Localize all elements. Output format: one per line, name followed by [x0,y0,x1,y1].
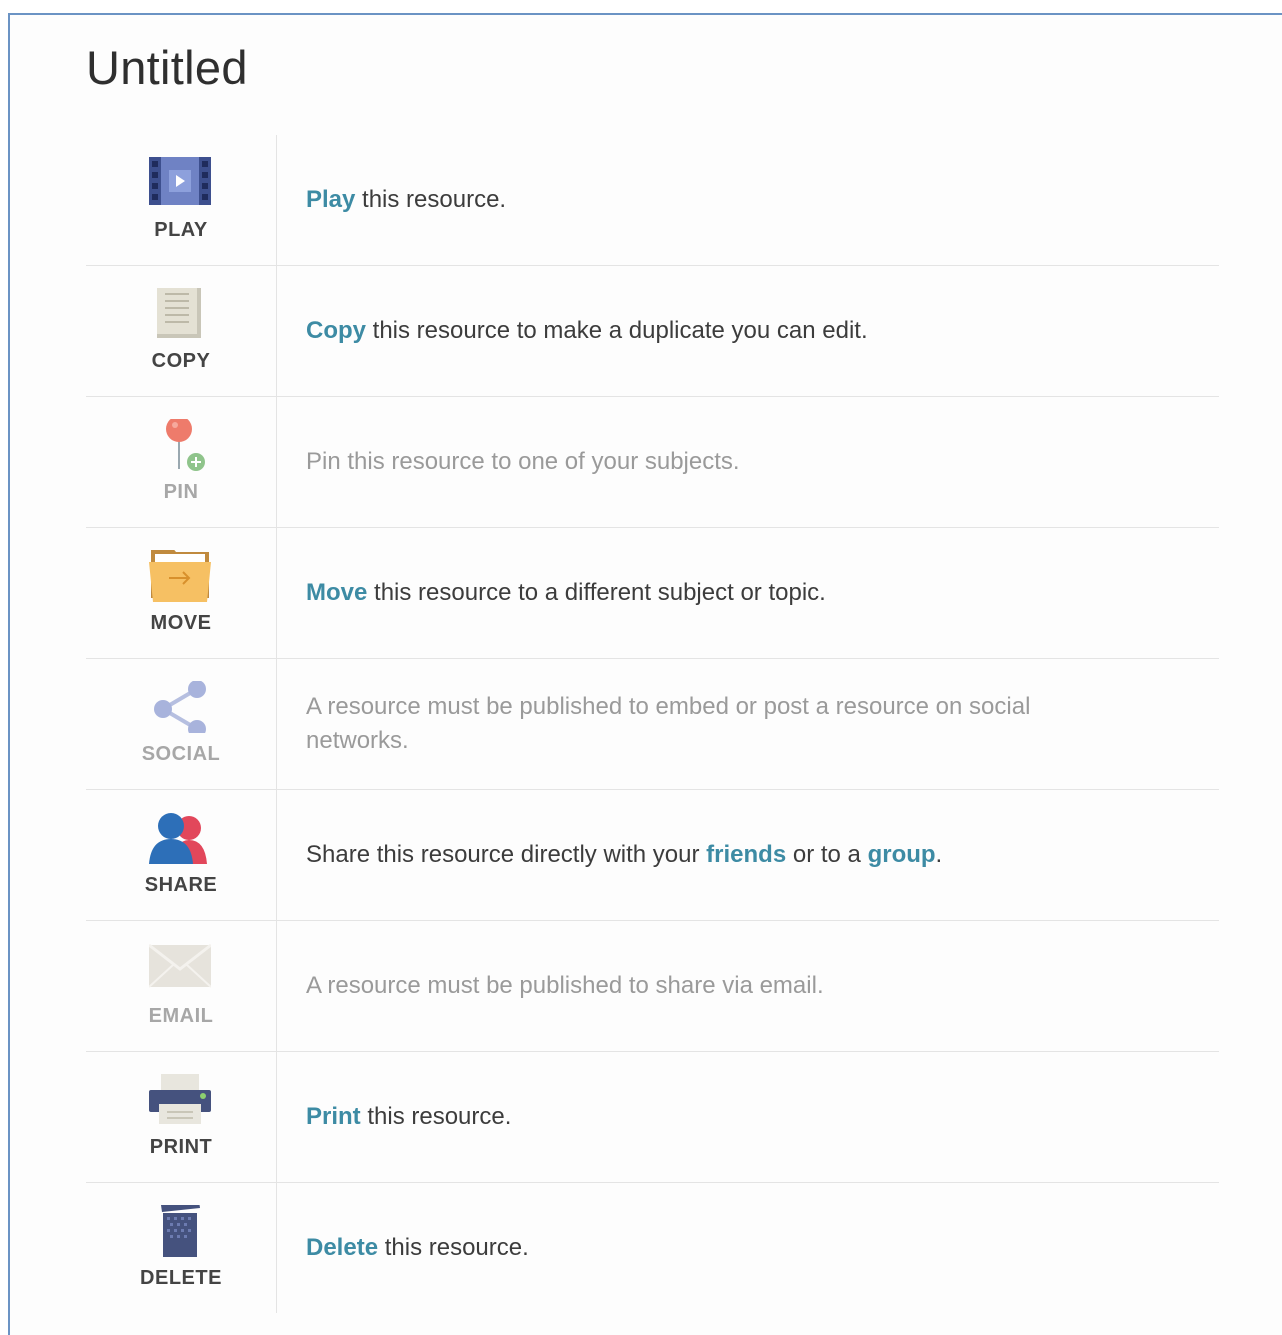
trash-can-icon [149,1205,211,1257]
delete-label: DELETE [140,1267,222,1289]
social-description: A resource must be published to embed or… [306,693,1031,754]
share-label: SHARE [144,874,218,896]
action-row-pin: PIN Pin this resource to one of your sub… [86,397,1219,528]
action-row-copy: COPY Copy this resource to make a duplic… [86,266,1219,397]
envelope-icon [149,943,211,995]
social-label: SOCIAL [141,743,221,765]
move-text: this resource to a different subject or … [367,579,826,606]
action-row-delete: DELETE Delete this resource. [86,1183,1219,1313]
film-play-icon [149,157,211,209]
page-title: Untitled [86,41,248,94]
share-network-icon [149,681,211,733]
folder-arrow-icon [149,550,211,602]
print-text: this resource. [360,1103,512,1130]
play-label: PLAY [154,219,208,241]
delete-text: this resource. [378,1234,529,1261]
copy-button[interactable]: COPY [86,266,277,396]
share-button[interactable]: SHARE [86,790,277,920]
play-description: Play this resource. [306,183,1126,217]
social-button: SOCIAL [86,659,277,789]
people-icon [149,812,211,864]
group-link[interactable]: group [868,841,936,868]
actions-list: PLAY Play this resource. COPY Copy this … [86,135,1219,1313]
move-link[interactable]: Move [306,579,367,606]
share-description: Share this resource directly with your f… [306,838,1126,872]
delete-description: Delete this resource. [306,1231,1126,1265]
email-description: A resource must be published to share vi… [306,972,824,999]
move-description: Move this resource to a different subjec… [306,576,1126,610]
share-text-post: . [935,841,943,868]
action-row-move: MOVE Move this resource to a different s… [86,528,1219,659]
play-link[interactable]: Play [306,186,355,213]
email-label: EMAIL [148,1005,214,1027]
copy-label: COPY [151,350,211,372]
pin-description: Pin this resource to one of your subject… [306,448,740,475]
delete-link[interactable]: Delete [306,1234,378,1261]
document-icon [149,288,211,340]
share-text-pre: Share this resource directly with your [306,841,707,868]
friends-link[interactable]: friends [706,841,786,868]
play-button[interactable]: PLAY [86,135,277,265]
play-text: this resource. [355,186,507,213]
pin-label: PIN [163,481,199,503]
print-button[interactable]: PRINT [86,1052,277,1182]
pin-button: PIN [86,397,277,527]
print-link[interactable]: Print [306,1103,361,1130]
action-row-email: EMAIL A resource must be published to sh… [86,921,1219,1052]
copy-text: this resource to make a duplicate you ca… [366,317,868,344]
share-text-mid: or to a [786,841,868,868]
move-label: MOVE [150,612,212,634]
print-description: Print this resource. [306,1100,1126,1134]
action-row-share: SHARE Share this resource directly with … [86,790,1219,921]
print-label: PRINT [149,1136,213,1158]
copy-description: Copy this resource to make a duplicate y… [306,314,1126,348]
action-row-social: SOCIAL A resource must be published to e… [86,659,1219,790]
move-button[interactable]: MOVE [86,528,277,658]
copy-link[interactable]: Copy [306,317,366,344]
action-row-print: PRINT Print this resource. [86,1052,1219,1183]
action-row-play: PLAY Play this resource. [86,135,1219,266]
printer-icon [149,1074,211,1126]
pushpin-icon [149,419,211,471]
email-button: EMAIL [86,921,277,1051]
delete-button[interactable]: DELETE [86,1183,277,1313]
